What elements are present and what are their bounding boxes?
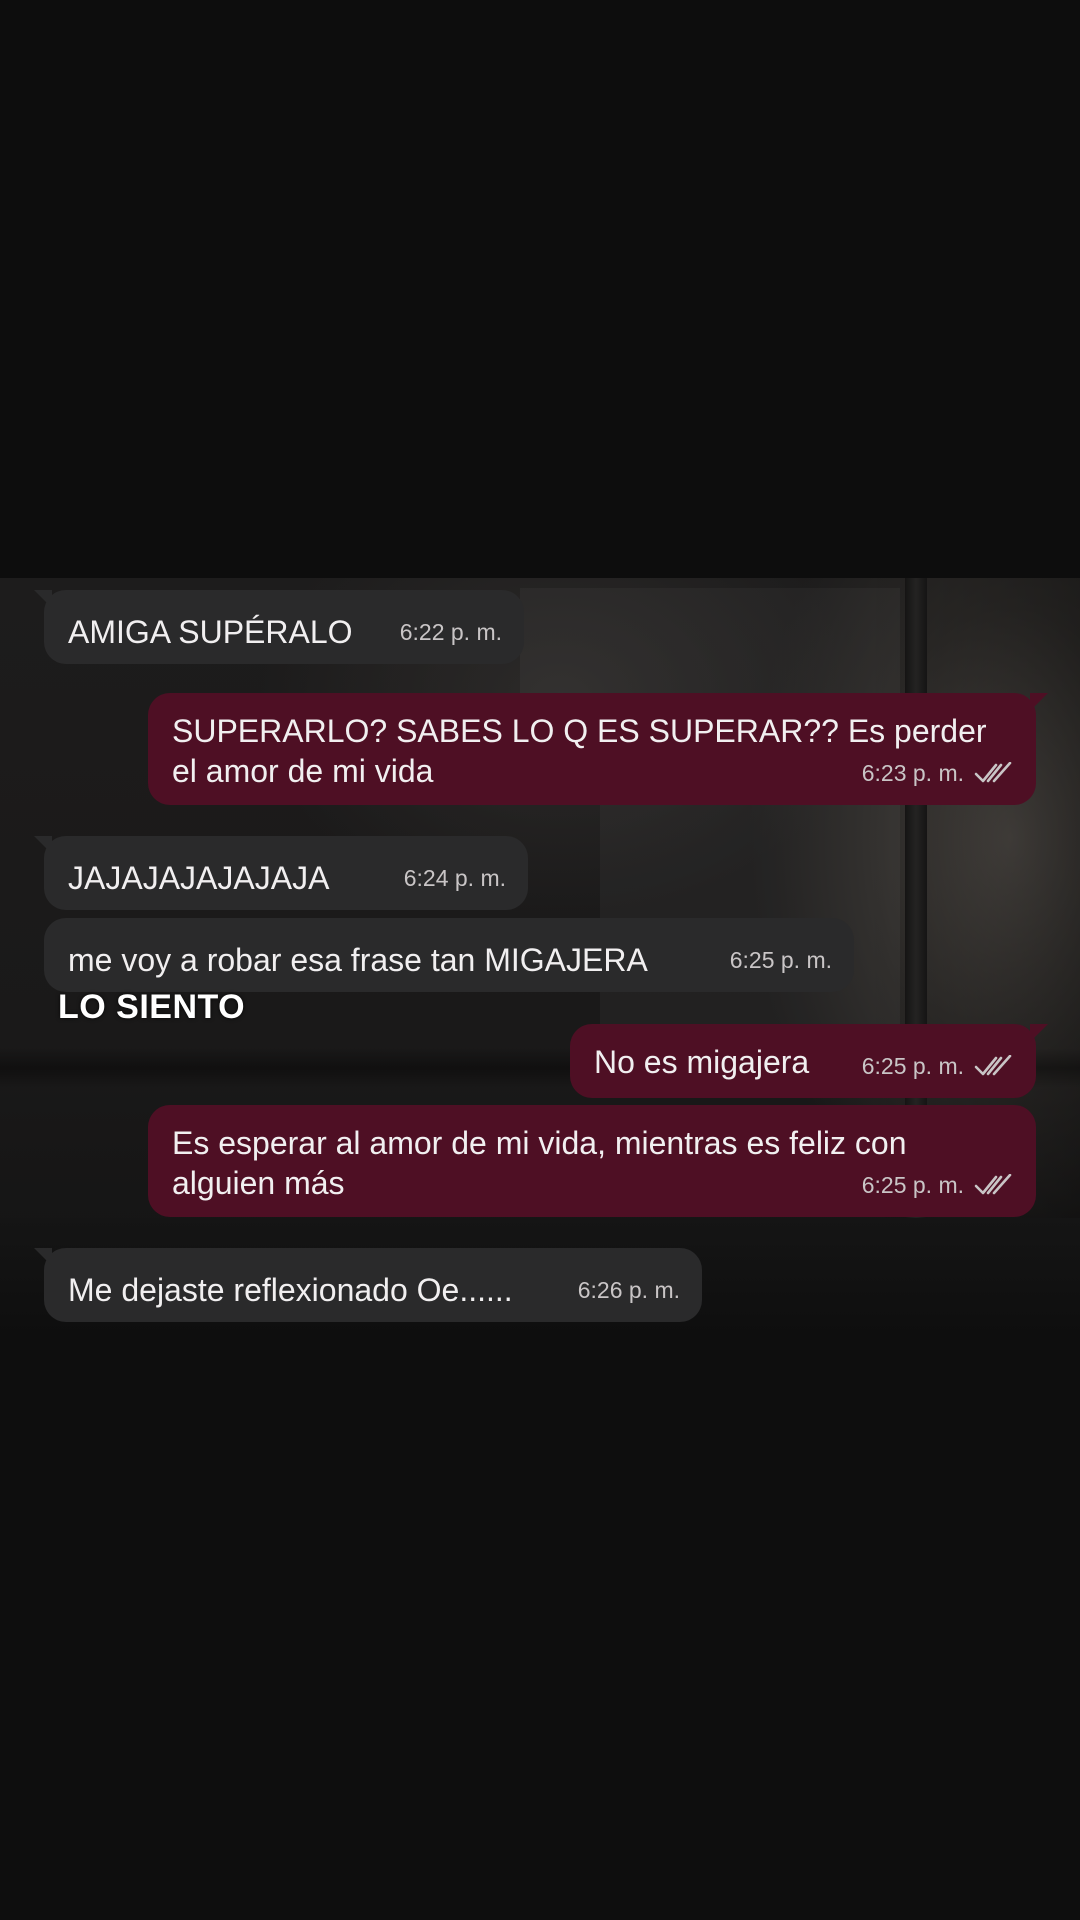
double-check-icon — [974, 1055, 1012, 1076]
message-time: 6:26 p. m. — [577, 1277, 680, 1303]
message-meta: 6:24 p. m. — [404, 858, 506, 898]
message-time: 6:24 p. m. — [403, 865, 506, 891]
message-bubble-incoming[interactable]: JAJAJAJAJAJAJA 6:24 p. m. — [34, 836, 528, 910]
background-panel — [600, 778, 900, 1038]
bottom-letterbox — [0, 1338, 1080, 1920]
message-time: 6:25 p. m. — [861, 1172, 964, 1198]
message-time: 6:25 p. m. — [861, 1053, 964, 1079]
message-bubble-incoming[interactable]: me voy a robar esa frase tan MIGAJERA 6:… — [44, 918, 854, 992]
message-meta: 6:22 p. m. — [400, 612, 502, 652]
message-bubble-outgoing[interactable]: SUPERARLO? SABES LO Q ES SUPERAR?? Es pe… — [148, 693, 1048, 805]
top-letterbox — [0, 0, 1080, 578]
double-check-icon — [974, 762, 1012, 783]
message-time: 6:22 p. m. — [399, 619, 502, 645]
message-bubble-incoming[interactable]: AMIGA SUPÉRALO 6:22 p. m. — [34, 590, 524, 664]
screen: AMIGA SUPÉRALO 6:22 p. m. SUPERARLO? SAB… — [0, 0, 1080, 1920]
message-time: 6:23 p. m. — [861, 760, 964, 786]
background-panel — [520, 588, 900, 708]
message-meta: 6:25 p. m. — [862, 1046, 1014, 1086]
message-bubble-outgoing[interactable]: Es esperar al amor de mi vida, mientras … — [148, 1105, 1036, 1217]
double-check-icon — [974, 1174, 1012, 1195]
message-meta: 6:26 p. m. — [578, 1270, 680, 1310]
message-bubble-outgoing[interactable]: No es migajera 6:25 p. m. — [570, 1024, 1048, 1098]
message-bubble-incoming[interactable]: Me dejaste reflexionado Oe...... 6:26 p.… — [34, 1248, 702, 1322]
message-time: 6:25 p. m. — [729, 947, 832, 973]
message-meta: 6:23 p. m. — [862, 753, 1014, 793]
message-text: me voy a robar esa frase tan MIGAJERA — [68, 942, 648, 978]
overlay-caption: LO SIENTO — [58, 988, 246, 1026]
message-meta: 6:25 p. m. — [862, 1165, 1014, 1205]
message-meta: 6:25 p. m. — [730, 940, 832, 980]
